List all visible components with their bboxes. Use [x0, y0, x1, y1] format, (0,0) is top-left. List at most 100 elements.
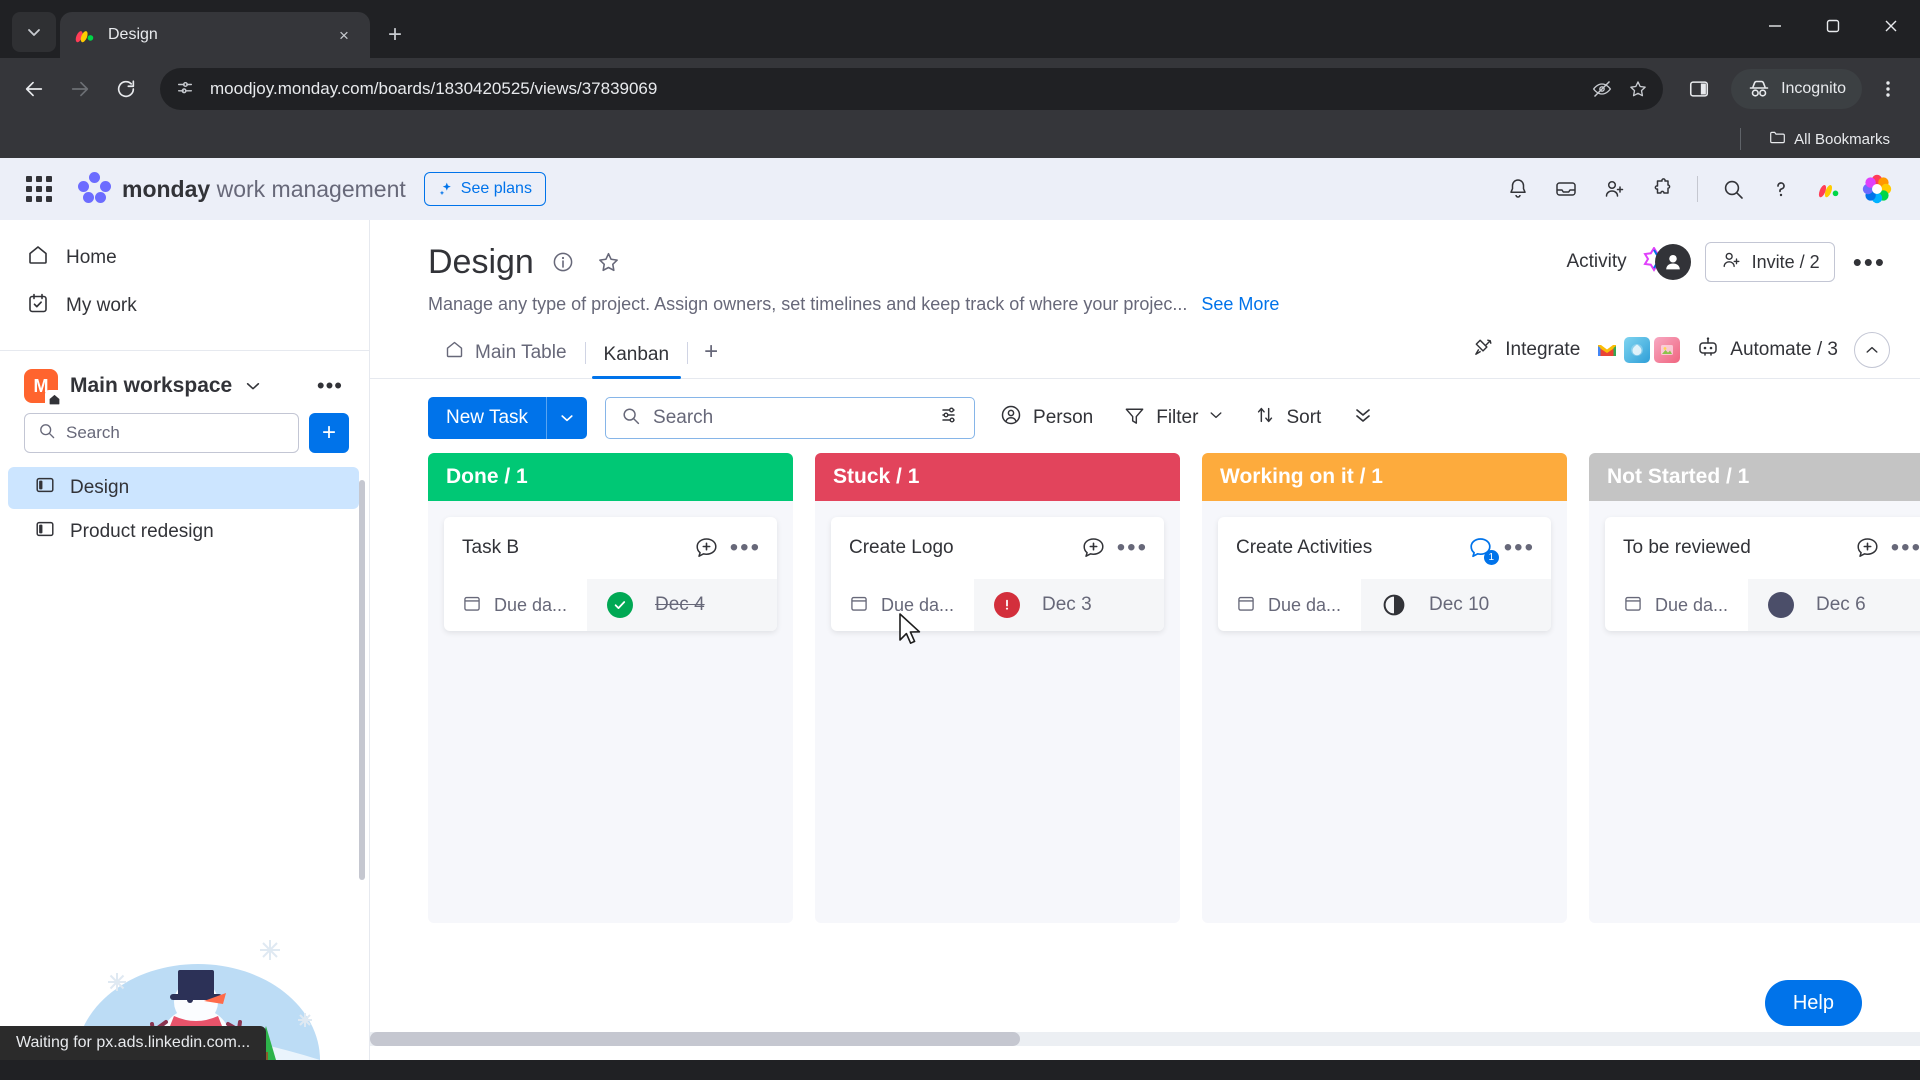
eye-off-icon[interactable] — [1591, 78, 1613, 100]
new-task-button[interactable]: New Task — [428, 397, 588, 439]
profile-theme-flower-icon[interactable] — [1856, 168, 1898, 210]
kanban-card[interactable]: Task B ••• Due da... Dec 4 — [444, 517, 777, 631]
page-info-icon[interactable] — [174, 78, 196, 100]
column-body[interactable]: To be reviewed ••• Due da... Dec 6 — [1589, 501, 1920, 923]
activity-label[interactable]: Activity — [1566, 251, 1626, 273]
update-count-icon[interactable]: 1 — [1464, 531, 1499, 565]
info-icon[interactable] — [546, 245, 580, 279]
maximize-window-button[interactable] — [1804, 0, 1862, 52]
column-body[interactable]: Create Logo ••• Due da... Dec 3 — [815, 501, 1180, 923]
add-update-icon[interactable] — [690, 531, 724, 565]
apps-marketplace-puzzle-icon[interactable] — [1641, 168, 1683, 210]
sidebar-search-input[interactable]: Search — [24, 413, 299, 453]
inbox-icon[interactable] — [1545, 168, 1587, 210]
filter-icon — [1123, 404, 1146, 433]
filter-button[interactable]: Filter — [1117, 404, 1230, 433]
card-field-value[interactable]: Dec 6 — [1748, 579, 1920, 631]
chevron-up-icon[interactable] — [1854, 332, 1890, 368]
sidebar-item-product-redesign[interactable]: Product redesign — [8, 511, 359, 553]
card-header: Task B ••• — [444, 517, 777, 579]
kanban-card[interactable]: To be reviewed ••• Due da... Dec 6 — [1605, 517, 1920, 631]
workspace-selector[interactable]: M Main workspace ••• — [0, 351, 369, 413]
board-more-button[interactable]: ••• — [1849, 247, 1890, 278]
card-header: To be reviewed ••• — [1605, 517, 1920, 579]
avatar-group[interactable] — [1641, 242, 1691, 282]
sidebar-scrollbar[interactable] — [359, 480, 365, 880]
close-window-button[interactable] — [1862, 0, 1920, 52]
add-update-icon[interactable] — [1851, 531, 1885, 565]
card-menu-icon[interactable]: ••• — [1885, 534, 1920, 562]
horizontal-scrollbar[interactable] — [370, 1032, 1920, 1046]
browser-tab[interactable]: Design × — [60, 12, 370, 58]
tab-search-button[interactable] — [12, 12, 56, 52]
sidebar-item-home[interactable]: Home — [0, 234, 369, 282]
incognito-indicator[interactable]: Incognito — [1731, 69, 1862, 109]
add-board-button[interactable]: + — [309, 413, 349, 453]
automate-button[interactable]: Automate / 3 — [1696, 335, 1838, 365]
add-update-icon[interactable] — [1077, 531, 1111, 565]
avatar[interactable] — [1654, 244, 1691, 280]
chevron-down-icon[interactable] — [1208, 407, 1224, 429]
brand-title: monday work management — [122, 176, 406, 203]
sidebar-item-my-work[interactable]: My work — [0, 282, 369, 330]
reload-icon[interactable] — [104, 67, 148, 111]
invite-button[interactable]: Invite / 2 — [1704, 242, 1835, 282]
invite-member-icon[interactable] — [1593, 168, 1635, 210]
photos-app-icon[interactable] — [1654, 337, 1681, 363]
dropbox-app-icon[interactable] — [1624, 337, 1651, 363]
new-task-label: New Task — [446, 407, 529, 428]
search-icon[interactable] — [1712, 168, 1754, 210]
see-more-link[interactable]: See More — [1201, 294, 1279, 315]
sort-button[interactable]: Sort — [1248, 404, 1327, 432]
kanban-card[interactable]: Create Logo ••• Due da... Dec 3 — [831, 517, 1164, 631]
card-field-value[interactable]: Dec 3 — [974, 579, 1164, 631]
card-menu-icon[interactable]: ••• — [1498, 534, 1535, 562]
tab-main-table[interactable]: Main Table — [428, 339, 583, 378]
close-tab-icon[interactable]: × — [332, 23, 356, 47]
bookmark-star-icon[interactable] — [1627, 78, 1649, 100]
side-panel-icon[interactable] — [1679, 69, 1719, 109]
forward-arrow-icon[interactable] — [58, 67, 102, 111]
more-toolbar-options-button[interactable] — [1345, 403, 1381, 433]
horizontal-scrollbar-thumb[interactable] — [370, 1032, 1020, 1046]
all-bookmarks-button[interactable]: All Bookmarks — [1761, 125, 1898, 154]
help-button[interactable]: Help — [1764, 980, 1862, 1026]
minimize-window-button[interactable] — [1746, 0, 1804, 52]
column-body[interactable]: Task B ••• Due da... Dec 4 — [428, 501, 793, 923]
calendar-icon — [462, 593, 482, 618]
filter-label: Filter — [1156, 407, 1199, 428]
search-input[interactable]: Search — [605, 397, 976, 439]
add-view-button[interactable]: + — [690, 338, 732, 378]
kanban-card[interactable]: Create Activities 1 ••• Due da... Dec 10 — [1218, 517, 1551, 631]
see-plans-button[interactable]: See plans — [423, 172, 546, 206]
card-field-label: Due da... — [1268, 594, 1342, 615]
card-field-value[interactable]: Dec 10 — [1361, 579, 1551, 631]
gmail-app-icon[interactable] — [1594, 337, 1621, 363]
integrate-button[interactable]: Integrate — [1472, 336, 1681, 365]
address-bar[interactable]: moodjoy.monday.com/boards/1830420525/vie… — [160, 68, 1664, 110]
help-icon[interactable] — [1760, 168, 1802, 210]
sidebar-item-design[interactable]: Design — [8, 467, 359, 509]
card-menu-icon[interactable]: ••• — [1111, 534, 1148, 562]
card-field-row: Due da... Dec 10 — [1218, 579, 1551, 631]
bookmarks-bar: All Bookmarks — [0, 120, 1920, 158]
chevron-down-icon[interactable] — [244, 377, 262, 395]
column-body[interactable]: Create Activities 1 ••• Due da... Dec 10 — [1202, 501, 1567, 923]
card-field-value[interactable]: Dec 4 — [587, 579, 777, 631]
back-arrow-icon[interactable] — [12, 67, 56, 111]
new-tab-button[interactable]: + — [378, 18, 412, 52]
monday-logo[interactable]: monday work management — [78, 172, 406, 206]
apps-grid-icon[interactable] — [22, 172, 56, 206]
kebab-menu-icon[interactable] — [1868, 69, 1908, 109]
person-filter-button[interactable]: Person — [993, 403, 1099, 433]
workspace-more-button[interactable]: ••• — [317, 373, 349, 399]
tab-kanban[interactable]: Kanban — [588, 344, 686, 379]
search-settings-icon[interactable] — [940, 405, 960, 431]
card-menu-icon[interactable]: ••• — [724, 534, 761, 562]
status-not-started-icon — [1768, 592, 1794, 618]
card-field-row: Due da... Dec 3 — [831, 579, 1164, 631]
chevron-down-icon[interactable] — [547, 410, 587, 426]
favorite-star-icon[interactable] — [592, 245, 626, 279]
monday-products-icon[interactable] — [1808, 168, 1850, 210]
notifications-bell-icon[interactable] — [1497, 168, 1539, 210]
